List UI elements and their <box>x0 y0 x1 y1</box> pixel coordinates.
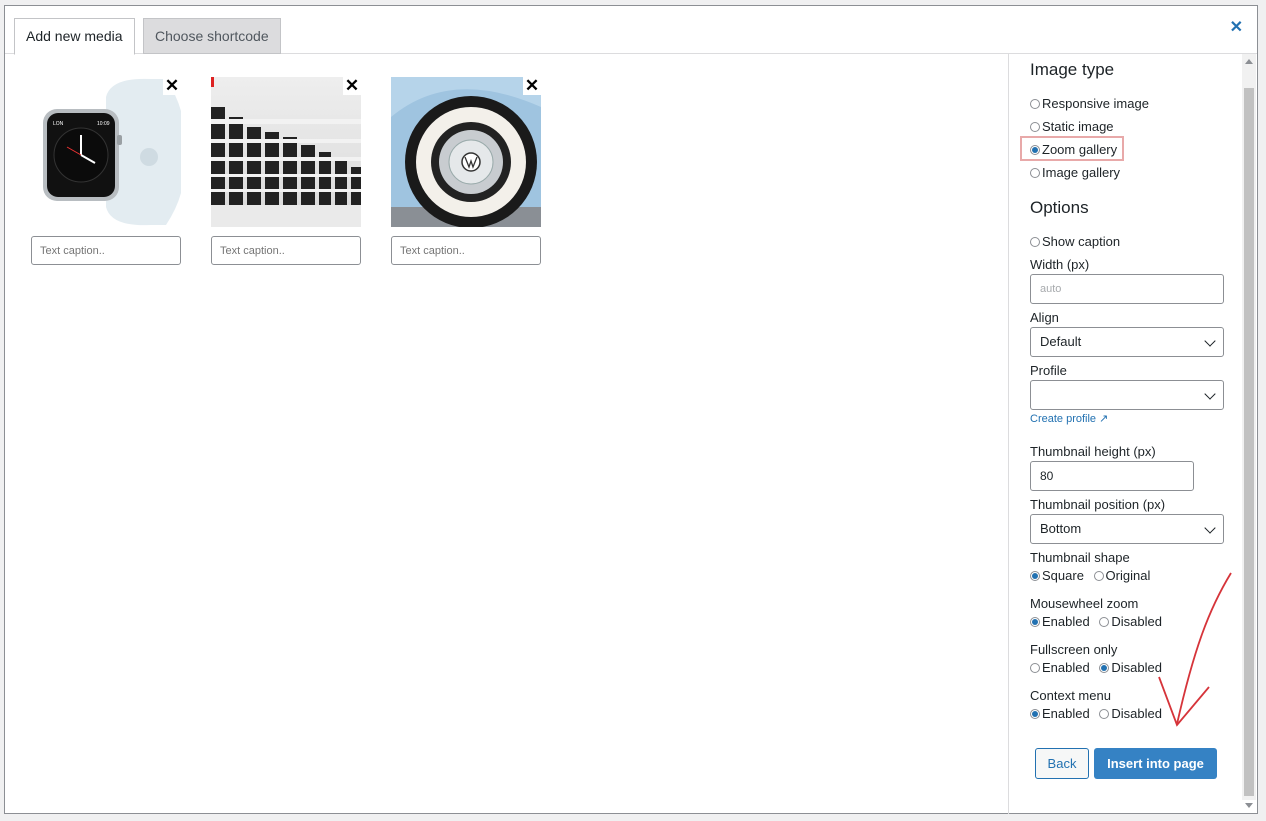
radio-label: Enabled <box>1042 614 1090 629</box>
radio-original[interactable] <box>1093 570 1104 581</box>
media-item-lenses: ✕ <box>211 77 361 265</box>
radio-label: Original <box>1105 568 1151 583</box>
radio-square[interactable] <box>1030 570 1040 581</box>
radio-label: Zoom gallery <box>1042 142 1118 157</box>
thumb-height-label: Thumbnail height (px) <box>1030 444 1156 459</box>
sidebar-scrollbar[interactable] <box>1242 54 1256 808</box>
remove-wheel-icon[interactable]: ✕ <box>523 77 541 95</box>
insert-into-page-button[interactable]: Insert into page <box>1094 748 1217 779</box>
lenses-image <box>211 77 361 227</box>
scrollbar-thumb[interactable] <box>1244 88 1254 796</box>
thumb-position-value: Bottom <box>1040 521 1082 536</box>
radio-image-gallery[interactable]: Image gallery <box>1030 165 1120 180</box>
thumb-position-label: Thumbnail position (px) <box>1030 497 1166 512</box>
radio-enabled[interactable] <box>1030 662 1040 673</box>
radio-responsive-image[interactable]: Responsive image <box>1030 96 1149 111</box>
chevron-down-icon <box>1204 335 1216 347</box>
tab-choose-shortcode[interactable]: Choose shortcode <box>143 18 281 54</box>
radio-disabled[interactable] <box>1099 662 1110 673</box>
watch-image: LON 10:09 <box>31 77 181 227</box>
radio-static-image[interactable]: Static image <box>1030 119 1114 134</box>
context-menu-options: Enabled Disabled <box>1030 706 1162 721</box>
radio-enabled[interactable] <box>1030 708 1040 719</box>
remove-lenses-icon[interactable]: ✕ <box>343 77 361 95</box>
close-icon[interactable]: ✕ <box>1230 20 1243 36</box>
radio-disabled[interactable] <box>1099 616 1110 627</box>
caption-input-3[interactable] <box>391 236 541 265</box>
align-label: Align <box>1030 310 1059 325</box>
radio-label: Enabled <box>1042 706 1090 721</box>
radio-icon[interactable] <box>1030 121 1040 132</box>
scroll-down-icon[interactable] <box>1245 803 1253 808</box>
mousewheel-options: Enabled Disabled <box>1030 614 1162 629</box>
chevron-down-icon <box>1204 522 1216 534</box>
create-profile-link[interactable]: Create profile ↗ <box>1030 412 1108 425</box>
radio-zoom-gallery[interactable]: Zoom gallery <box>1030 142 1117 157</box>
align-select[interactable]: Default <box>1030 327 1224 357</box>
tab-add-new-media[interactable]: Add new media <box>14 18 135 55</box>
options-heading: Options <box>1030 198 1089 217</box>
option-label: Show caption <box>1042 234 1121 249</box>
svg-text:10:09: 10:09 <box>97 121 110 127</box>
thumb-shape-label: Thumbnail shape <box>1030 550 1130 565</box>
chevron-down-icon <box>1204 388 1216 400</box>
media-item-wheel: ✕ <box>391 77 541 265</box>
align-value: Default <box>1040 334 1082 349</box>
checkbox-show-caption[interactable]: Show caption <box>1030 234 1120 249</box>
caption-input-2[interactable] <box>211 236 361 265</box>
radio-icon[interactable] <box>1030 98 1040 109</box>
thumb-height-input[interactable]: 80 <box>1030 461 1194 491</box>
radio-label: Static image <box>1042 119 1114 134</box>
width-input[interactable]: auto <box>1030 274 1224 304</box>
mousewheel-label: Mousewheel zoom <box>1030 596 1139 611</box>
radio-label: Square <box>1042 568 1084 583</box>
radio-label: Image gallery <box>1042 165 1121 180</box>
thumb-shape-options: Square Original <box>1030 568 1150 583</box>
annotation-arrow-icon <box>1158 572 1232 727</box>
profile-label: Profile <box>1030 363 1067 378</box>
context-menu-label: Context menu <box>1030 688 1111 703</box>
radio-label: Enabled <box>1042 660 1090 675</box>
tab-bar: Add new media Choose shortcode <box>5 6 1257 55</box>
radio-disabled[interactable] <box>1099 708 1110 719</box>
caption-input-1[interactable] <box>31 236 181 265</box>
wheel-image <box>391 77 541 227</box>
thumb-position-select[interactable]: Bottom <box>1030 514 1224 544</box>
radio-enabled[interactable] <box>1030 616 1040 627</box>
svg-text:LON: LON <box>53 121 64 127</box>
width-label: Width (px) <box>1030 257 1090 272</box>
fullscreen-label: Fullscreen only <box>1030 642 1118 657</box>
fullscreen-options: Enabled Disabled <box>1030 660 1162 675</box>
radio-icon-selected[interactable] <box>1030 144 1040 155</box>
radio-icon[interactable] <box>1030 236 1040 247</box>
radio-label: Responsive image <box>1042 96 1149 111</box>
radio-icon[interactable] <box>1030 167 1040 178</box>
image-type-heading: Image type <box>1030 60 1115 79</box>
options-sidebar: Image type Responsive image Static image… <box>1008 54 1240 814</box>
remove-watch-icon[interactable]: ✕ <box>163 77 181 95</box>
scroll-up-icon[interactable] <box>1245 59 1253 64</box>
profile-select[interactable] <box>1030 380 1224 410</box>
media-dialog: Add new media Choose shortcode ✕ LON 10:… <box>4 5 1258 814</box>
media-item-watch: LON 10:09 ✕ <box>31 77 181 265</box>
back-button[interactable]: Back <box>1035 748 1089 779</box>
